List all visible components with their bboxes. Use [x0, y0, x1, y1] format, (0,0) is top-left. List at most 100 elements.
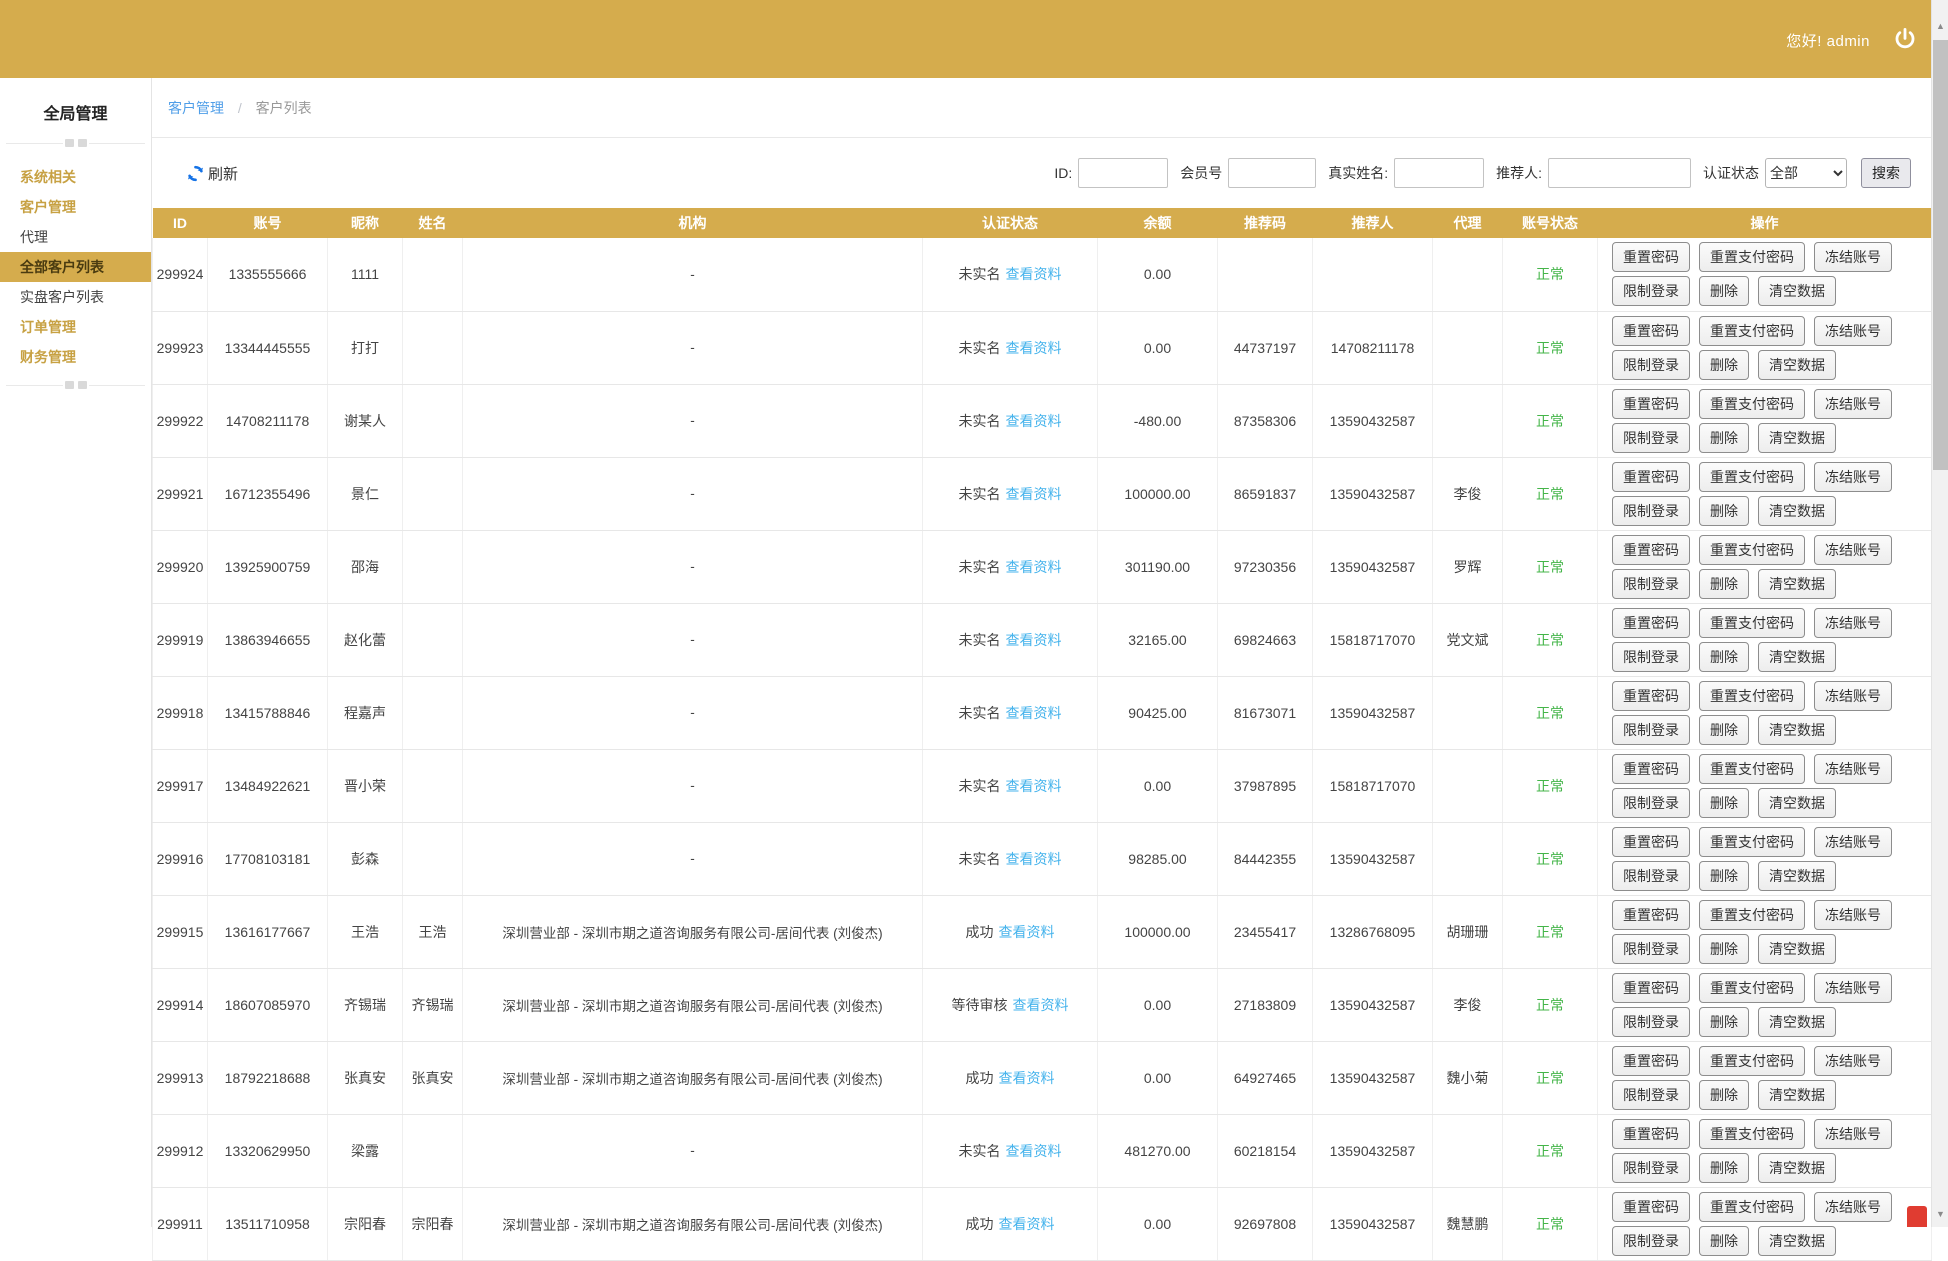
corner-red-widget[interactable] — [1907, 1206, 1927, 1227]
clear-data-button[interactable]: 清空数据 — [1758, 715, 1836, 745]
delete-button[interactable]: 删除 — [1699, 861, 1749, 891]
restrict-login-button[interactable]: 限制登录 — [1612, 276, 1690, 306]
reset-pay-password-button[interactable]: 重置支付密码 — [1699, 316, 1805, 346]
clear-data-button[interactable]: 清空数据 — [1758, 496, 1836, 526]
freeze-account-button[interactable]: 冻结账号 — [1814, 608, 1892, 638]
clear-data-button[interactable]: 清空数据 — [1758, 1153, 1836, 1183]
reset-password-button[interactable]: 重置密码 — [1612, 900, 1690, 930]
id-input[interactable] — [1078, 158, 1168, 188]
view-profile-link[interactable]: 查看资料 — [1006, 705, 1062, 721]
restrict-login-button[interactable]: 限制登录 — [1612, 861, 1690, 891]
clear-data-button[interactable]: 清空数据 — [1758, 642, 1836, 672]
sidebar-item-system[interactable]: 系统相关 — [0, 162, 151, 192]
scroll-up-arrow[interactable]: ▲ — [1932, 18, 1948, 35]
reset-password-button[interactable]: 重置密码 — [1612, 1046, 1690, 1076]
freeze-account-button[interactable]: 冻结账号 — [1814, 900, 1892, 930]
view-profile-link[interactable]: 查看资料 — [1006, 340, 1062, 356]
reset-password-button[interactable]: 重置密码 — [1612, 242, 1690, 272]
delete-button[interactable]: 删除 — [1699, 350, 1749, 380]
restrict-login-button[interactable]: 限制登录 — [1612, 1080, 1690, 1110]
freeze-account-button[interactable]: 冻结账号 — [1814, 1192, 1892, 1222]
refresh-button[interactable]: 刷新 — [186, 163, 238, 184]
breadcrumb-parent-link[interactable]: 客户管理 — [168, 100, 224, 116]
freeze-account-button[interactable]: 冻结账号 — [1814, 242, 1892, 272]
delete-button[interactable]: 删除 — [1699, 1226, 1749, 1256]
reset-pay-password-button[interactable]: 重置支付密码 — [1699, 900, 1805, 930]
view-profile-link[interactable]: 查看资料 — [1006, 632, 1062, 648]
member-input[interactable] — [1228, 158, 1316, 188]
delete-button[interactable]: 删除 — [1699, 642, 1749, 672]
restrict-login-button[interactable]: 限制登录 — [1612, 569, 1690, 599]
view-profile-link[interactable]: 查看资料 — [1006, 413, 1062, 429]
clear-data-button[interactable]: 清空数据 — [1758, 423, 1836, 453]
clear-data-button[interactable]: 清空数据 — [1758, 788, 1836, 818]
view-profile-link[interactable]: 查看资料 — [999, 1216, 1055, 1232]
view-profile-link[interactable]: 查看资料 — [999, 1070, 1055, 1086]
sidebar-item-finance[interactable]: 财务管理 — [0, 342, 151, 372]
view-profile-link[interactable]: 查看资料 — [1006, 559, 1062, 575]
sidebar-item-customer-mgmt[interactable]: 客户管理 — [0, 192, 151, 222]
freeze-account-button[interactable]: 冻结账号 — [1814, 1119, 1892, 1149]
reset-password-button[interactable]: 重置密码 — [1612, 681, 1690, 711]
view-profile-link[interactable]: 查看资料 — [1006, 778, 1062, 794]
view-profile-link[interactable]: 查看资料 — [1013, 997, 1069, 1013]
delete-button[interactable]: 删除 — [1699, 423, 1749, 453]
reset-password-button[interactable]: 重置密码 — [1612, 389, 1690, 419]
freeze-account-button[interactable]: 冻结账号 — [1814, 535, 1892, 565]
delete-button[interactable]: 删除 — [1699, 1007, 1749, 1037]
sidebar-item-all-customers[interactable]: 全部客户列表 — [0, 252, 151, 282]
clear-data-button[interactable]: 清空数据 — [1758, 861, 1836, 891]
restrict-login-button[interactable]: 限制登录 — [1612, 715, 1690, 745]
delete-button[interactable]: 删除 — [1699, 715, 1749, 745]
view-profile-link[interactable]: 查看资料 — [1006, 486, 1062, 502]
delete-button[interactable]: 删除 — [1699, 934, 1749, 964]
realname-input[interactable] — [1394, 158, 1484, 188]
reset-password-button[interactable]: 重置密码 — [1612, 608, 1690, 638]
reset-pay-password-button[interactable]: 重置支付密码 — [1699, 973, 1805, 1003]
restrict-login-button[interactable]: 限制登录 — [1612, 1007, 1690, 1037]
reset-pay-password-button[interactable]: 重置支付密码 — [1699, 1046, 1805, 1076]
sidebar-item-orders[interactable]: 订单管理 — [0, 312, 151, 342]
reset-password-button[interactable]: 重置密码 — [1612, 827, 1690, 857]
view-profile-link[interactable]: 查看资料 — [1006, 851, 1062, 867]
delete-button[interactable]: 删除 — [1699, 569, 1749, 599]
reset-password-button[interactable]: 重置密码 — [1612, 1192, 1690, 1222]
reset-password-button[interactable]: 重置密码 — [1612, 316, 1690, 346]
reset-pay-password-button[interactable]: 重置支付密码 — [1699, 681, 1805, 711]
restrict-login-button[interactable]: 限制登录 — [1612, 788, 1690, 818]
auth-status-select[interactable]: 全部 — [1765, 158, 1847, 188]
clear-data-button[interactable]: 清空数据 — [1758, 569, 1836, 599]
sidebar-item-real-customers[interactable]: 实盘客户列表 — [0, 282, 151, 312]
delete-button[interactable]: 删除 — [1699, 276, 1749, 306]
restrict-login-button[interactable]: 限制登录 — [1612, 350, 1690, 380]
delete-button[interactable]: 删除 — [1699, 496, 1749, 526]
scroll-down-arrow[interactable]: ▼ — [1932, 1206, 1948, 1223]
restrict-login-button[interactable]: 限制登录 — [1612, 642, 1690, 672]
scrollbar-thumb[interactable] — [1933, 40, 1948, 470]
reset-pay-password-button[interactable]: 重置支付密码 — [1699, 1119, 1805, 1149]
restrict-login-button[interactable]: 限制登录 — [1612, 1153, 1690, 1183]
logout-power-icon[interactable] — [1892, 26, 1918, 52]
reset-pay-password-button[interactable]: 重置支付密码 — [1699, 535, 1805, 565]
vertical-scrollbar[interactable]: ▲ ▼ — [1931, 0, 1948, 1227]
view-profile-link[interactable]: 查看资料 — [1006, 1143, 1062, 1159]
reset-pay-password-button[interactable]: 重置支付密码 — [1699, 1192, 1805, 1222]
search-button[interactable]: 搜索 — [1861, 158, 1911, 188]
delete-button[interactable]: 删除 — [1699, 788, 1749, 818]
freeze-account-button[interactable]: 冻结账号 — [1814, 316, 1892, 346]
clear-data-button[interactable]: 清空数据 — [1758, 934, 1836, 964]
clear-data-button[interactable]: 清空数据 — [1758, 350, 1836, 380]
reset-password-button[interactable]: 重置密码 — [1612, 754, 1690, 784]
freeze-account-button[interactable]: 冻结账号 — [1814, 754, 1892, 784]
reset-password-button[interactable]: 重置密码 — [1612, 462, 1690, 492]
restrict-login-button[interactable]: 限制登录 — [1612, 423, 1690, 453]
view-profile-link[interactable]: 查看资料 — [1006, 266, 1062, 282]
reset-password-button[interactable]: 重置密码 — [1612, 1119, 1690, 1149]
sidebar-item-agent[interactable]: 代理 — [0, 222, 151, 252]
reset-pay-password-button[interactable]: 重置支付密码 — [1699, 827, 1805, 857]
clear-data-button[interactable]: 清空数据 — [1758, 1080, 1836, 1110]
restrict-login-button[interactable]: 限制登录 — [1612, 496, 1690, 526]
reset-password-button[interactable]: 重置密码 — [1612, 973, 1690, 1003]
clear-data-button[interactable]: 清空数据 — [1758, 1226, 1836, 1256]
freeze-account-button[interactable]: 冻结账号 — [1814, 462, 1892, 492]
